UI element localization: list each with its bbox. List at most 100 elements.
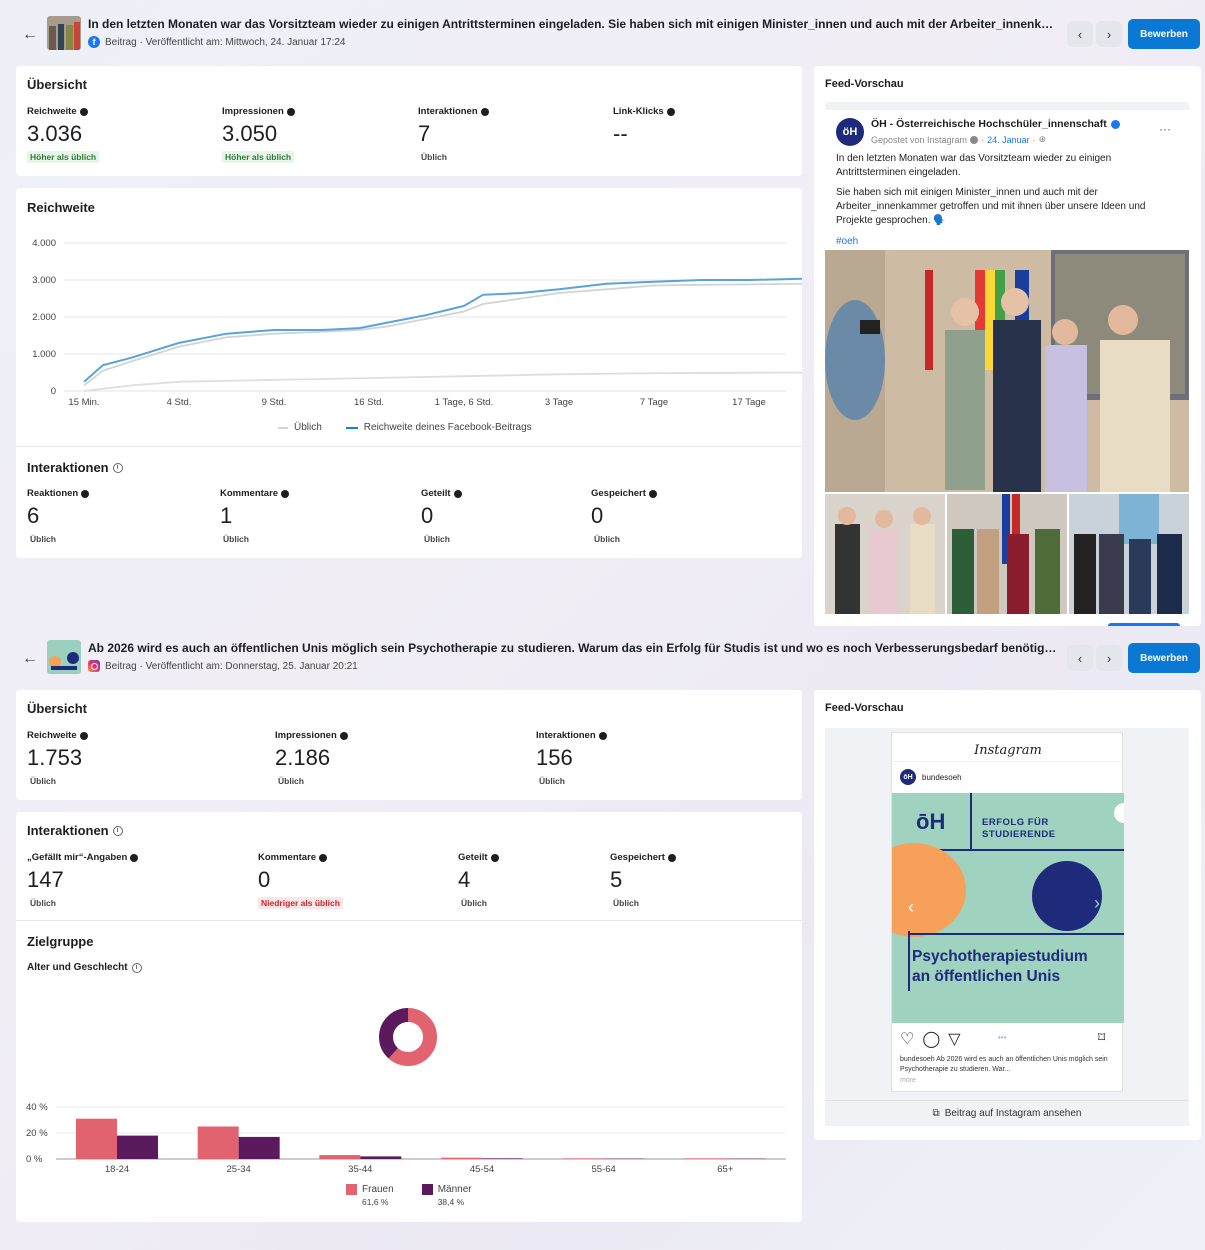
back-arrow-icon[interactable]: ← bbox=[22, 650, 38, 668]
poster-title-1: Psychotherapiestudium bbox=[912, 948, 1088, 965]
external-link-icon: ⧉ bbox=[932, 1108, 940, 1119]
post2-thumbnail bbox=[47, 640, 81, 674]
metric-value: 0 bbox=[258, 867, 271, 892]
legend-label-reach: Reichweite deines Facebook-Beitrags bbox=[363, 422, 532, 433]
view-on-instagram-link[interactable]: ⧉ Beitrag auf Instagram ansehen bbox=[825, 1108, 1189, 1119]
info-icon[interactable] bbox=[490, 853, 499, 862]
hashtag-link[interactable]: #oeh bbox=[836, 236, 858, 247]
info-icon[interactable] bbox=[667, 853, 676, 862]
status-badge: Niedriger als üblich bbox=[258, 897, 343, 909]
x-tick-label: 3 Tage bbox=[545, 397, 573, 408]
info-icon[interactable] bbox=[453, 489, 462, 498]
oeh-logo: ōH bbox=[916, 809, 946, 834]
ig-more-link[interactable]: more bbox=[900, 1077, 916, 1084]
info-icon[interactable] bbox=[130, 853, 139, 862]
bar bbox=[197, 1126, 239, 1159]
bar bbox=[562, 1158, 604, 1159]
overview-title: Übersicht bbox=[27, 701, 87, 716]
info-icon[interactable]: i bbox=[131, 962, 142, 973]
info-icon[interactable] bbox=[339, 731, 348, 740]
instagram-icon bbox=[88, 660, 100, 672]
metric-value: 7 bbox=[418, 121, 431, 146]
interactions-title-wrap: Interaktionen i bbox=[27, 460, 123, 475]
status-badge: Üblich bbox=[421, 152, 447, 162]
page-avatar[interactable]: öH bbox=[836, 118, 864, 146]
series-line bbox=[83, 371, 802, 392]
bar bbox=[238, 1136, 280, 1159]
boost-button[interactable]: Bewerben bbox=[1128, 643, 1200, 673]
info-icon[interactable]: i bbox=[112, 825, 123, 836]
post-photo-thumb-1[interactable] bbox=[825, 494, 945, 614]
next-button[interactable]: › bbox=[1096, 21, 1122, 47]
post-photo-thumb-2[interactable] bbox=[947, 494, 1067, 614]
info-icon[interactable] bbox=[81, 489, 90, 498]
metric-impressions: Impressionen 2.186 Üblich bbox=[275, 730, 348, 789]
post-subline: Gepostet von Instagram · 24. Januar · ⊕ bbox=[871, 134, 1047, 145]
ig-account-avatar[interactable]: ōH bbox=[900, 769, 916, 785]
divider bbox=[16, 920, 802, 921]
legend-pct: 38,4 % bbox=[437, 1197, 465, 1207]
back-arrow-icon[interactable]: ← bbox=[22, 26, 38, 44]
x-tick-label: 65+ bbox=[717, 1164, 734, 1175]
y-tick-label: 0 % bbox=[26, 1154, 43, 1165]
info-icon[interactable]: i bbox=[112, 462, 123, 473]
x-tick-label: 55-64 bbox=[592, 1164, 616, 1175]
info-icon[interactable] bbox=[598, 731, 607, 740]
legend-men: Männer 38,4 % bbox=[421, 1184, 472, 1207]
ig-account-name[interactable]: bundesoeh bbox=[922, 773, 962, 782]
y-tick-label: 4.000 bbox=[32, 238, 56, 249]
next-button[interactable]: › bbox=[1096, 645, 1122, 671]
prev-button[interactable]: ‹ bbox=[1067, 645, 1093, 671]
posted-via: Gepostet von Instagram bbox=[871, 134, 968, 145]
metric-label: „Gefällt mir“-Angaben bbox=[27, 852, 128, 863]
poster-heading-2: STUDIERENDE bbox=[982, 829, 1056, 840]
share-icon[interactable]: ▽ bbox=[948, 1029, 960, 1049]
more-options-icon[interactable]: ··· bbox=[1159, 122, 1171, 136]
reach-chart-title: Reichweite bbox=[27, 200, 95, 215]
ig-post-image[interactable]: ōH ERFOLG FÜR STUDIERENDE ‹ › Psychother… bbox=[892, 793, 1124, 1023]
heart-icon[interactable]: ♡ bbox=[900, 1029, 914, 1049]
legend-pct: 61,6 % bbox=[362, 1197, 389, 1207]
post-photo-thumb-3[interactable] bbox=[1069, 494, 1189, 614]
metric-label: Kommentare bbox=[220, 488, 279, 499]
post1-thumbnail bbox=[47, 16, 81, 50]
blue-circle bbox=[1032, 861, 1102, 931]
metric-label: Geteilt bbox=[421, 488, 451, 499]
info-icon[interactable] bbox=[480, 107, 489, 116]
interactions-title-wrap: Interaktionen i bbox=[27, 823, 123, 838]
status-badge: Üblich bbox=[278, 776, 304, 786]
metric-value: 6 bbox=[27, 503, 40, 528]
prev-button[interactable]: ‹ bbox=[1067, 21, 1093, 47]
legend-swatch-men bbox=[421, 1184, 433, 1195]
x-tick-label: 25-34 bbox=[227, 1164, 251, 1175]
post-photo-main[interactable] bbox=[825, 250, 1189, 492]
post1-header: ← In den letzten Monaten war das Vorsitz… bbox=[0, 6, 1205, 64]
boost-button[interactable]: Bewerben bbox=[1128, 19, 1200, 49]
info-icon[interactable] bbox=[319, 853, 328, 862]
post-date[interactable]: 24. Januar bbox=[987, 135, 1030, 145]
bookmark-icon[interactable]: ⌑ bbox=[1098, 1029, 1105, 1046]
carousel-next-icon[interactable]: › bbox=[1094, 893, 1100, 914]
bar bbox=[76, 1118, 117, 1159]
carousel-dots: ••• bbox=[998, 1033, 1007, 1042]
info-icon[interactable] bbox=[648, 489, 657, 498]
post1-meta: f Beitrag · Veröffentlicht am: Mittwoch,… bbox=[88, 36, 346, 48]
page-name[interactable]: ÖH - Österreichische Hochschüler_innensc… bbox=[871, 118, 1107, 130]
comment-icon[interactable]: ◯ bbox=[922, 1029, 940, 1049]
facebook-icon: f bbox=[88, 36, 100, 48]
x-tick-label: 15 Min. bbox=[68, 397, 99, 408]
post2-meta: Beitrag · Veröffentlicht am: Donnerstag,… bbox=[88, 660, 358, 672]
info-icon[interactable] bbox=[281, 489, 290, 498]
cta-button-edge[interactable] bbox=[1108, 623, 1180, 626]
info-icon[interactable] bbox=[79, 731, 88, 740]
metric-reach: Reichweite 3.036 Höher als üblich bbox=[27, 106, 100, 165]
info-icon[interactable] bbox=[79, 107, 88, 116]
info-icon[interactable] bbox=[666, 107, 675, 116]
metric-shares: Geteilt 0 Üblich bbox=[421, 488, 462, 547]
carousel-prev-icon[interactable]: ‹ bbox=[908, 897, 914, 918]
ig-phone-frame: Instagram ōH bundesoeh ōH ERFOLG FÜR STU… bbox=[891, 732, 1124, 1092]
metric-value: 156 bbox=[536, 745, 573, 770]
metric-label: Kommentare bbox=[258, 852, 317, 863]
metric-value: 4 bbox=[458, 867, 471, 892]
info-icon[interactable] bbox=[286, 107, 295, 116]
